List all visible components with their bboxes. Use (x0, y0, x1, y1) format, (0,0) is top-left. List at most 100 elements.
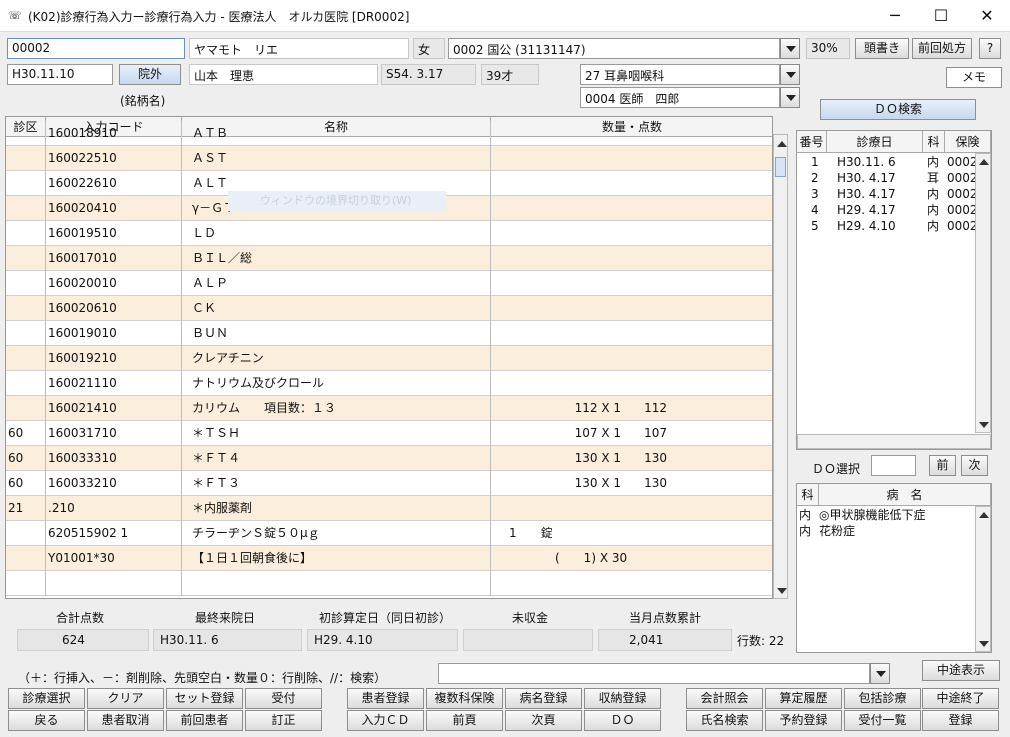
disease-panel[interactable]: 科 病 名 内 ◎甲状腺機能低下症内花粉症 (796, 483, 992, 653)
table-row[interactable]: 160020010 ＡＬＰ (6, 271, 772, 296)
table-row[interactable]: 160019510 ＬＤ (6, 221, 772, 246)
scroll-thumb[interactable] (775, 157, 786, 177)
disease-vscroll[interactable] (975, 506, 991, 652)
list-item[interactable]: 3 H30. 4.17 内 0002 (797, 186, 991, 202)
fkey-row1-3-button[interactable]: セット登録 (166, 688, 243, 709)
fkey-row2-8-button[interactable]: ＤＯ (584, 710, 661, 731)
history-scroll-up-icon[interactable] (979, 159, 989, 165)
header-button[interactable]: 頭書き (855, 38, 909, 59)
fkey-row1-6-button[interactable]: 複数科保険 (426, 688, 503, 709)
fkey-row1-12-button[interactable]: 中途終了 (922, 688, 999, 709)
disease-scroll-up-icon[interactable] (979, 512, 989, 518)
window-title: (K02)診療行為入力ー診療行為入力 - 医療法人 オルカ医院 [DR0002] (28, 10, 410, 24)
table-row[interactable]: 60 160033210 ＊ＦＴ３ 130 X 1 130 (6, 471, 772, 496)
table-row[interactable]: 60 160033310 ＊ＦＴ４ 130 X 1 130 (6, 446, 772, 471)
do-select-input[interactable] (871, 455, 916, 476)
list-item[interactable]: 5 H29. 4.10 内 0002 (797, 218, 991, 234)
maximize-icon[interactable]: ☐ (918, 0, 964, 32)
outpatient-button[interactable]: 院外 (119, 64, 181, 85)
insurance-select[interactable]: 0002 国公 (31131147) (448, 38, 780, 59)
list-item[interactable]: 内 ◎甲状腺機能低下症 (797, 507, 991, 523)
burden-ratio: 30% (806, 38, 850, 59)
table-row[interactable]: 160021110 ナトリウム及びクロール (6, 371, 772, 396)
fkey-row1-10-button[interactable]: 算定履歴 (765, 688, 842, 709)
fkey-row2-3-button[interactable]: 前回患者 (166, 710, 243, 731)
doctor-dropdown-icon[interactable] (780, 87, 800, 108)
fkey-row2-4-button[interactable]: 訂正 (245, 710, 322, 731)
history-cell-date: H30. 4.17 (837, 171, 896, 185)
table-row[interactable]: 160022510 ＡＳＴ (6, 146, 772, 171)
fkey-row1-1-button[interactable]: 診療選択 (8, 688, 85, 709)
fkey-row2-1-button[interactable]: 戻る (8, 710, 85, 731)
history-hscroll[interactable] (797, 434, 991, 449)
cell-code: 160017010 (46, 246, 182, 271)
table-row[interactable]: 160020610 ＣＫ (6, 296, 772, 321)
mid-display-button[interactable]: 中途表示 (922, 660, 1000, 681)
history-prev-button[interactable]: 前 (929, 455, 956, 476)
list-item[interactable]: 内花粉症 (797, 523, 991, 539)
fkey-row2-6-button[interactable]: 前頁 (426, 710, 503, 731)
close-icon[interactable]: ✕ (964, 0, 1010, 32)
table-row[interactable]: 160018910 ＡＴＢ (6, 121, 772, 146)
prev-rx-button[interactable]: 前回処方 (912, 38, 972, 59)
cell-name: ＊ＦＴ３ (182, 471, 491, 496)
fkey-row1-7-button[interactable]: 病名登録 (505, 688, 582, 709)
cell-ku (6, 146, 46, 171)
table-row[interactable]: Y01001*30 【１日１回朝食後に】 ( 1) X 30 (6, 546, 772, 571)
fkey-row2-10-button[interactable]: 予約登録 (765, 710, 842, 731)
history-panel[interactable]: 番号 診療日 科 保険 1 H30.11. 6 内 0002 2 H30. 4.17 耳 00… (796, 130, 992, 450)
list-item[interactable]: 4 H29. 4.17 内 0002 (797, 202, 991, 218)
fkey-row2-12-button[interactable]: 登録 (922, 710, 999, 731)
department-dropdown-icon[interactable] (780, 64, 800, 85)
fkey-row1-5-button[interactable]: 患者登録 (347, 688, 424, 709)
table-row[interactable] (6, 571, 772, 596)
input-hint: （＋：行挿入、－：剤削除、先頭空白・数量０：行削除、//：検索） (18, 671, 387, 685)
cell-qty (491, 296, 772, 321)
grid-scrollbar[interactable] (773, 134, 788, 599)
cell-name: ＊内服薬剤 (182, 496, 491, 521)
minimize-icon[interactable]: ─ (872, 0, 918, 32)
fkey-row1-2-button[interactable]: クリア (87, 688, 164, 709)
fkey-row2-11-button[interactable]: 受付一覧 (844, 710, 921, 731)
table-row[interactable]: 60 160031710 ＊ＴＳＨ 107 X 1 107 (6, 421, 772, 446)
cell-qty (491, 496, 772, 521)
command-dropdown-icon[interactable] (870, 663, 890, 684)
history-vscroll[interactable] (975, 153, 991, 433)
list-item[interactable]: 1 H30.11. 6 内 0002 (797, 154, 991, 170)
do-search-button[interactable]: ＤＯ検索 (820, 99, 976, 120)
history-next-button[interactable]: 次 (961, 455, 988, 476)
patient-id-input[interactable]: 00002 (7, 38, 185, 59)
fkey-row2-5-button[interactable]: 入力ＣＤ (347, 710, 424, 731)
fkey-row2-2-button[interactable]: 患者取消 (87, 710, 164, 731)
scroll-down-icon[interactable] (777, 588, 787, 594)
table-row[interactable]: 160017010 ＢＩＬ／総 (6, 246, 772, 271)
disease-scroll-down-icon[interactable] (979, 641, 989, 647)
list-item[interactable]: 2 H30. 4.17 耳 0002 (797, 170, 991, 186)
command-input[interactable] (438, 663, 870, 684)
history-scroll-down-icon[interactable] (979, 422, 989, 428)
cell-name: カリウム 項目数：１３ (182, 396, 491, 421)
memo-button[interactable]: メモ (946, 67, 1002, 88)
table-row[interactable]: 160021410 カリウム 項目数：１３ 112 X 1 112 (6, 396, 772, 421)
doctor-select[interactable]: 0004 医師 四郎 (580, 87, 780, 108)
table-row[interactable]: 160019210 クレアチニン (6, 346, 772, 371)
order-grid[interactable]: 診区 入力コード 名称 数量・点数 160018910 ＡＴＢ 160022510 Ａ… (5, 116, 773, 599)
table-row[interactable]: 21.210 ＊内服薬剤 (6, 496, 772, 521)
table-row[interactable]: 160019010 ＢＵＮ (6, 321, 772, 346)
row-count: 行数: 22 (737, 634, 785, 648)
fkey-row1-4-button[interactable]: 受付 (245, 688, 322, 709)
cell-name: 【１日１回朝食後に】 (182, 546, 491, 571)
fkey-row1-11-button[interactable]: 包括診療 (844, 688, 921, 709)
visit-date-input[interactable]: H30.11.10 (7, 64, 113, 85)
insurance-dropdown-icon[interactable] (780, 38, 800, 59)
fkey-row2-9-button[interactable]: 氏名検索 (686, 710, 763, 731)
scroll-up-icon[interactable] (777, 141, 787, 147)
department-select[interactable]: 27 耳鼻咽喉科 (580, 64, 780, 85)
table-row[interactable]: 620515902 1 チラーヂンＳ錠５０μｇ 1 錠 (6, 521, 772, 546)
fkey-row2-7-button[interactable]: 次頁 (505, 710, 582, 731)
fkey-row1-8-button[interactable]: 収納登録 (584, 688, 661, 709)
help-button[interactable]: ? (979, 38, 1001, 59)
history-col-date: 診療日 (827, 131, 923, 153)
fkey-row1-9-button[interactable]: 会計照会 (686, 688, 763, 709)
cell-qty-value: 130 X 1 (574, 451, 621, 465)
